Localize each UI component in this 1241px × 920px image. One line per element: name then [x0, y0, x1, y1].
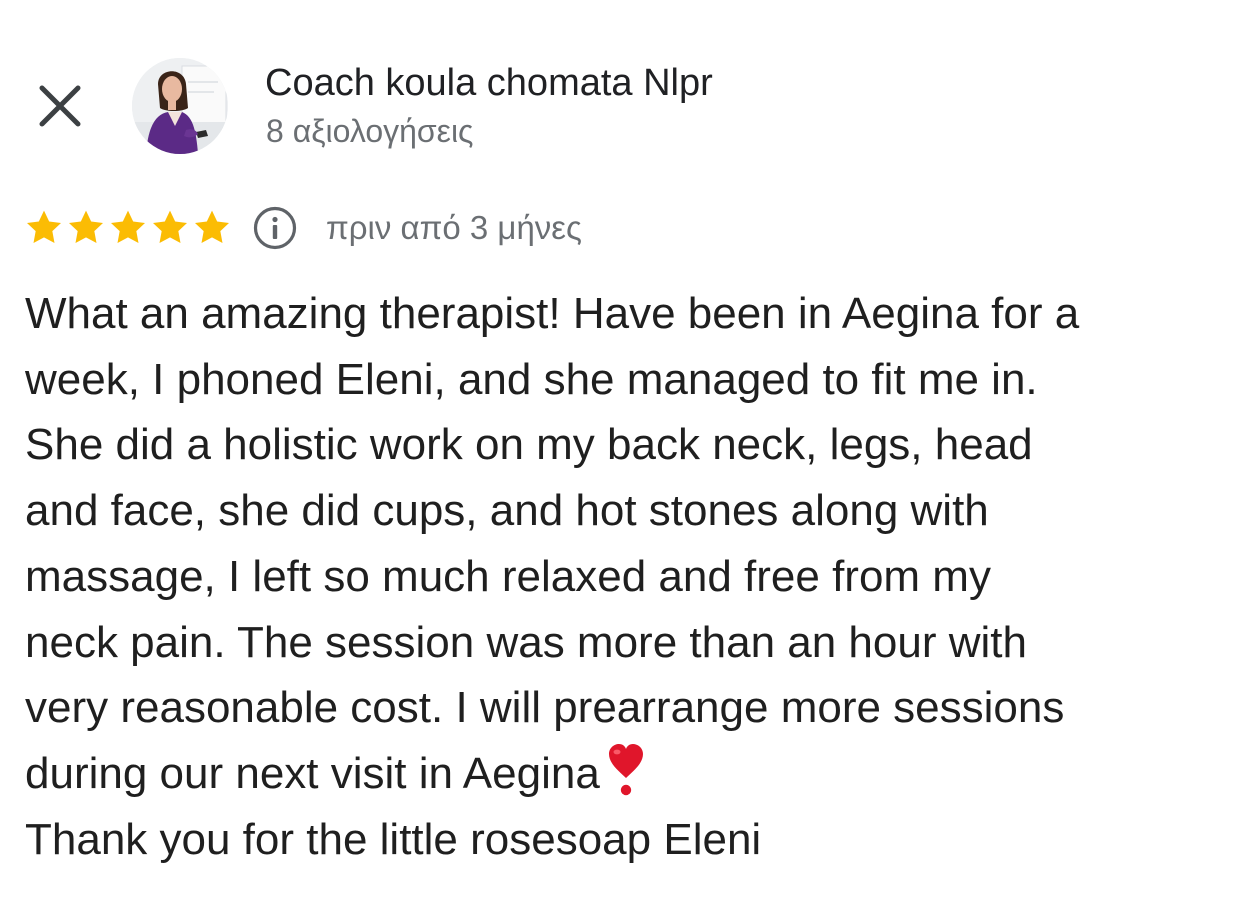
rating-row: πριν από 3 μήνες: [24, 203, 582, 253]
avatar[interactable]: [132, 58, 228, 154]
review-line: neck pain. The session was more than an …: [25, 617, 1027, 667]
review-line: What an amazing therapist! Have been in …: [25, 289, 1080, 338]
star-icon: [153, 210, 187, 243]
review-line: She did a holistic work on my back neck,…: [25, 420, 1033, 470]
star-icon: [111, 210, 145, 243]
review-line: very reasonable cost. I will prearrange …: [25, 683, 1065, 733]
star-icon: [69, 210, 103, 243]
review-date: πριν από 3 μήνες: [326, 209, 582, 246]
star-icon: [195, 210, 229, 243]
close-button[interactable]: [36, 82, 84, 130]
reviewer-name[interactable]: Coach koula chomata Nlpr: [265, 60, 713, 106]
heart-exclamation-icon: [608, 743, 643, 796]
review-line: Thank you for the little rosesoap Eleni: [25, 814, 762, 864]
review-line: week, I phoned Eleni, and she managed to…: [25, 354, 1038, 404]
review-count: 8 αξιολογήσεις: [266, 113, 474, 149]
review-line: massage, I left so much relaxed and free…: [25, 551, 991, 601]
review-text: What an amazing therapist! Have been in …: [25, 281, 1225, 872]
review-line: during our next visit in Aegina: [25, 748, 600, 798]
star-icon: [27, 210, 61, 243]
info-icon[interactable]: [252, 205, 298, 251]
review-line-with-emoji: during our next visit in Aegina: [25, 741, 1225, 807]
reviewer-avatar-image: [132, 58, 228, 154]
review-dialog: Coach koula chomata Nlpr 8 αξιολογήσεις …: [0, 0, 1241, 920]
star-rating: [24, 208, 232, 248]
review-line: and face, she did cups, and hot stones a…: [25, 486, 989, 536]
close-icon: [39, 85, 81, 127]
